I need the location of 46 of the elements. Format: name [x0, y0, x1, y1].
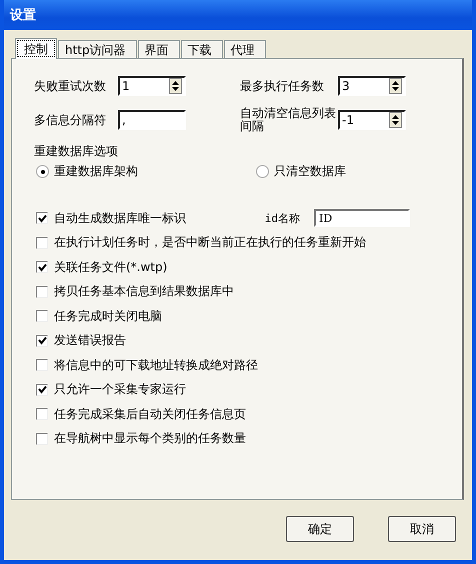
dialog-button[interactable]: 取消	[388, 516, 456, 542]
spin-arrows-icon[interactable]	[389, 112, 402, 128]
field-label: id名称	[264, 210, 300, 226]
checkbox[interactable]	[36, 286, 48, 298]
checkbox[interactable]	[36, 236, 48, 249]
spin-arrows-icon[interactable]	[389, 78, 402, 94]
window-title: 设置	[10, 7, 36, 24]
spin-field[interactable]: 3	[338, 76, 406, 96]
radio-label: 只清空数据库	[274, 163, 346, 180]
radio-label: 重建数据库架构	[54, 163, 138, 180]
checkbox-label: 在导航树中显示每个类别的任务数量	[54, 430, 246, 448]
field-label: 最多执行任务数	[240, 80, 325, 92]
checkbox[interactable]	[36, 310, 48, 322]
checkbox-label: 任务完成采集后自动关闭任务信息页	[54, 406, 246, 423]
section-label: 重建数据库选项	[34, 143, 119, 160]
checkbox-label: 发送错误报告	[54, 332, 126, 350]
checkbox[interactable]	[36, 261, 48, 274]
tab[interactable]: 代理	[224, 40, 266, 58]
text-field[interactable]: ID	[314, 209, 410, 228]
checkbox[interactable]	[36, 408, 48, 420]
text-field[interactable]: ,	[118, 110, 186, 130]
radio-button[interactable]	[256, 165, 269, 178]
checkbox[interactable]	[36, 359, 48, 372]
tab[interactable]: http访问器	[58, 40, 137, 58]
dialog-button[interactable]: 确定	[286, 516, 354, 542]
spin-field[interactable]: 1	[118, 76, 186, 96]
checkbox-label: 将信息中的可下载地址转换成绝对路径	[54, 356, 258, 374]
checkbox-label: 拷贝任务基本信息到结果数据库中	[54, 283, 234, 300]
tab[interactable]: 下载	[180, 40, 223, 58]
spin-arrows-icon[interactable]	[169, 78, 182, 94]
spin-field[interactable]: -1	[338, 110, 406, 130]
tab[interactable]: 控制	[15, 38, 57, 59]
radio-button[interactable]	[36, 165, 49, 178]
checkbox-label: 任务完成时关闭电脑	[54, 308, 162, 325]
checkbox[interactable]	[36, 212, 48, 224]
checkbox-label: 在执行计划任务时，是否中断当前正在执行的任务重新开始	[54, 234, 366, 252]
checkbox-label: 自动生成数据库唯一标识	[54, 210, 186, 227]
field-label: 自动清空信息列表间隔	[240, 107, 336, 133]
checkbox[interactable]	[36, 334, 48, 347]
field-label: 多信息分隔符	[34, 114, 107, 126]
checkbox-label: 只允许一个采集专家运行	[54, 381, 186, 398]
checkbox-label: 关联任务文件(*.wtp)	[54, 258, 168, 276]
checkbox[interactable]	[36, 432, 48, 445]
checkbox[interactable]	[36, 384, 48, 396]
field-label: 失败重试次数	[34, 80, 107, 92]
tab[interactable]: 界面	[138, 40, 180, 58]
